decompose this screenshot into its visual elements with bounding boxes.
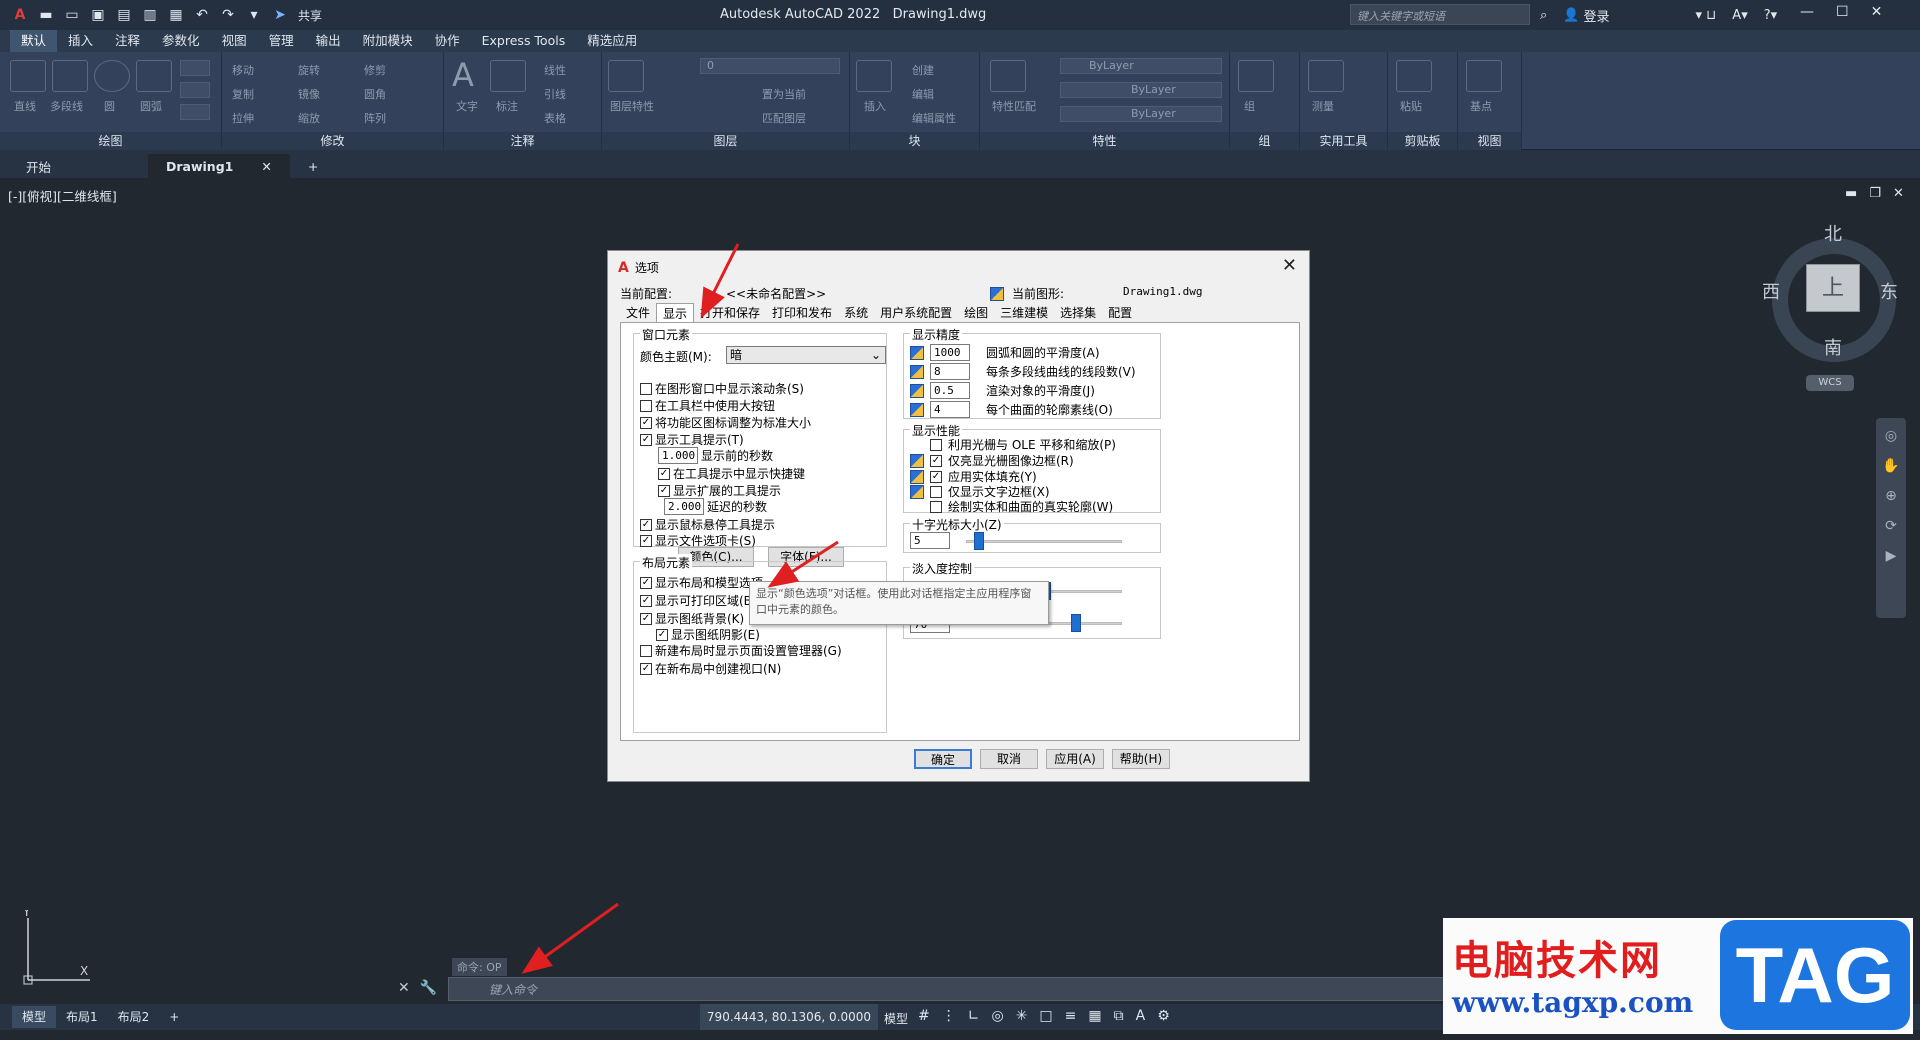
arrow-to-command-line bbox=[521, 902, 619, 974]
arrow-to-colors-button bbox=[767, 540, 839, 588]
arrow-to-display-tab bbox=[700, 243, 740, 319]
annotation-arrows bbox=[521, 243, 839, 974]
